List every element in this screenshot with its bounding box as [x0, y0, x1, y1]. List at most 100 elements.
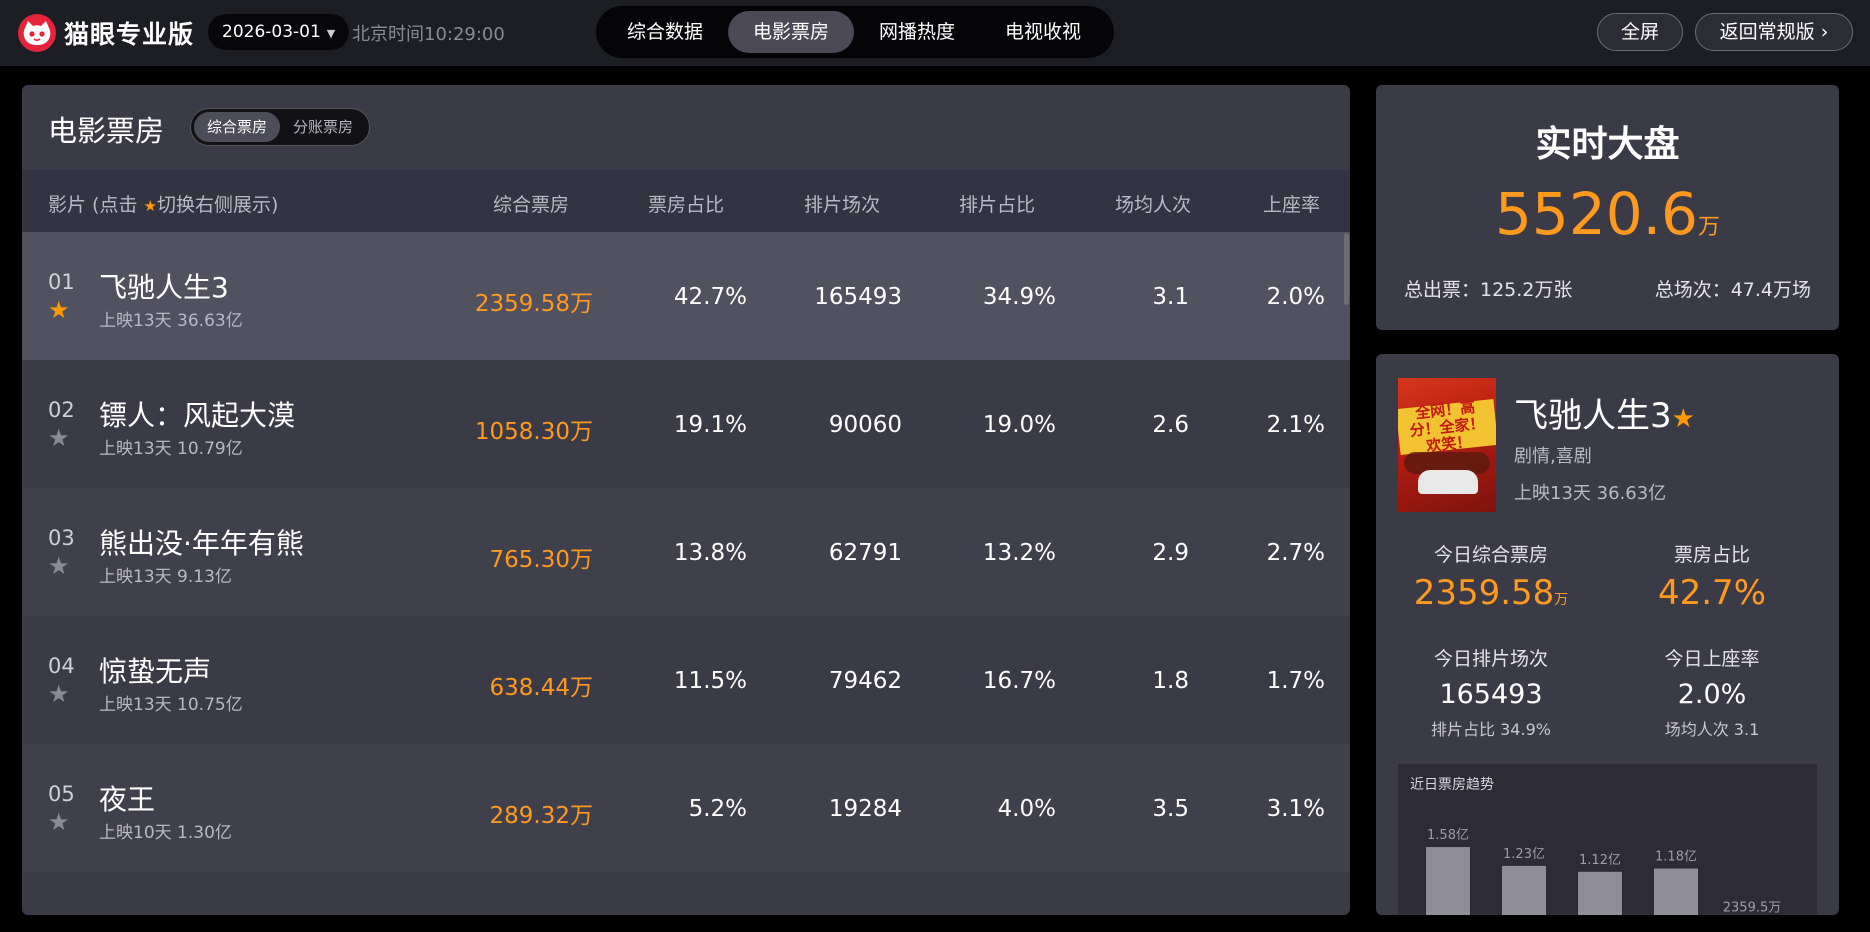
table-row[interactable]: 04 ★ 惊蛰无声 上映13天 10.75亿 638.44万 11.5% 794… — [22, 616, 1350, 744]
show-share-cell: 34.9% — [982, 284, 1056, 310]
star-icon: ★ — [143, 197, 157, 215]
poster-car — [1418, 470, 1478, 494]
gross-share-cell: 13.8% — [673, 540, 747, 566]
rank-number: 04 — [48, 654, 75, 678]
stat-occupancy: 今日上座率 2.0% 场均人次 3.1 — [1664, 648, 1760, 739]
gross-share-cell: 19.1% — [673, 412, 747, 438]
movie-release-info: 上映13天 10.79亿 — [99, 439, 243, 459]
star-icon[interactable]: ★ — [48, 298, 70, 322]
star-icon[interactable]: ★ — [48, 682, 70, 706]
stat-today-shows: 今日排片场次 165493 排片占比 34.9% — [1431, 648, 1551, 739]
avg-people-cell: 3.1 — [1152, 284, 1189, 310]
shows-cell: 90060 — [828, 412, 902, 438]
avg-people-cell: 2.9 — [1152, 540, 1189, 566]
shows-cell: 62791 — [828, 540, 902, 566]
table-scrollbar[interactable] — [1344, 233, 1349, 305]
table-header: 影片 (点击 ★切换右侧展示) 综合票房 票房占比 排片场次 排片占比 场均人次… — [22, 170, 1350, 232]
detail-movie-name: 飞驰人生3★ — [1514, 396, 1695, 436]
shows-cell: 19284 — [828, 796, 902, 822]
avg-people-cell: 1.8 — [1152, 668, 1189, 694]
trend-bar-label-1: 1.58亿 — [1427, 828, 1469, 843]
tab-overview[interactable]: 综合数据 — [602, 11, 728, 53]
column-header-film: 影片 (点击 ★切换右侧展示) — [48, 194, 279, 216]
movie-name: 镖人：风起大漠 — [99, 399, 296, 432]
movie-release-info: 上映13天 9.13亿 — [99, 567, 232, 587]
total-tickets: 总出票：125.2万张 — [1404, 279, 1573, 301]
table-row[interactable]: 01 ★ 飞驰人生3 上映13天 36.63亿 2359.58万 42.7% 1… — [22, 232, 1350, 360]
star-icon[interactable]: ★ — [1672, 404, 1695, 434]
trend-bar-label-3: 1.12亿 — [1579, 853, 1621, 868]
movie-name: 飞驰人生3 — [99, 271, 229, 304]
trend-bar-1[interactable] — [1426, 847, 1470, 915]
realtime-title: 实时大盘 — [1535, 124, 1680, 165]
avg-people-cell: 3.5 — [1152, 796, 1189, 822]
fullscreen-button[interactable]: 全屏 — [1597, 13, 1683, 51]
trend-title: 近日票房趋势 — [1410, 777, 1494, 793]
box-office-trend-chart: 1.58亿 1.23亿 1.12亿 1.18亿 2359.5万 近日票房趋势 — [1398, 764, 1817, 915]
avg-people-cell: 2.6 — [1152, 412, 1189, 438]
realtime-panel: 实时大盘 5520.6万 总出票：125.2万张 总场次：47.4万场 — [1376, 85, 1839, 330]
chevron-down-icon: ▼ — [326, 27, 336, 40]
beijing-clock: 北京时间10:29:00 — [352, 24, 505, 45]
detail-genre: 剧情,喜剧 — [1514, 446, 1592, 467]
shows-cell: 79462 — [828, 668, 902, 694]
occupancy-cell: 2.0% — [1266, 284, 1325, 310]
gross-share-cell: 5.2% — [688, 796, 747, 822]
date-picker[interactable]: 2026-03-01 ▼ — [208, 14, 350, 50]
gross-share-cell: 11.5% — [673, 668, 747, 694]
maoyan-logo-icon[interactable] — [18, 14, 56, 52]
column-header-gross-share[interactable]: 票房占比 — [648, 190, 724, 217]
stat-today-gross: 今日综合票房 2359.58万 — [1413, 544, 1569, 613]
tab-web-series-heat[interactable]: 网播热度 — [854, 11, 980, 53]
shows-cell: 165493 — [814, 284, 902, 310]
toggle-split-box-office[interactable]: 分账票房 — [280, 112, 366, 142]
poster-tagline: 全网！高分！全家！欢笑！ — [1398, 398, 1496, 455]
movie-detail-panel: 全网！高分！全家！欢笑！ 飞驰人生3★ 剧情,喜剧 上映13天 36.63亿 今… — [1376, 354, 1839, 915]
star-icon[interactable]: ★ — [48, 554, 70, 578]
table-row[interactable]: 03 ★ 熊出没·年年有熊 上映13天 9.13亿 765.30万 13.8% … — [22, 488, 1350, 616]
star-icon[interactable]: ★ — [48, 426, 70, 450]
movie-release-info: 上映13天 36.63亿 — [99, 311, 243, 331]
table-row[interactable]: 02 ★ 镖人：风起大漠 上映13天 10.79亿 1058.30万 19.1%… — [22, 360, 1350, 488]
rank-number: 02 — [48, 398, 75, 422]
show-share-cell: 16.7% — [982, 668, 1056, 694]
gross-share-cell: 42.7% — [673, 284, 747, 310]
trend-bar-3[interactable] — [1578, 871, 1622, 915]
tab-tv-ratings[interactable]: 电视收视 — [980, 11, 1106, 53]
movie-release-info: 上映10天 1.30亿 — [99, 823, 232, 843]
column-header-occupancy[interactable]: 上座率 — [1263, 190, 1320, 217]
total-shows: 总场次：47.4万场 — [1654, 279, 1811, 301]
detail-release-info: 上映13天 36.63亿 — [1514, 483, 1667, 504]
app-title: 猫眼专业版 — [64, 20, 195, 49]
toggle-combined-box-office[interactable]: 综合票房 — [194, 112, 280, 142]
movie-name: 夜王 — [99, 783, 156, 816]
rank-number: 01 — [48, 270, 75, 294]
column-header-avg-people[interactable]: 场均人次 — [1115, 190, 1191, 217]
occupancy-cell: 3.1% — [1266, 796, 1325, 822]
tab-movie-box-office[interactable]: 电影票房 — [728, 11, 855, 53]
trend-bar-label-4: 1.18亿 — [1655, 850, 1697, 865]
panel-title: 电影票房 — [48, 114, 165, 148]
star-icon[interactable]: ★ — [48, 810, 70, 834]
box-office-panel: 电影票房 综合票房 分账票房 影片 (点击 ★切换右侧展示) 综合票房 票房占比… — [22, 85, 1350, 915]
trend-bar-4[interactable] — [1654, 868, 1698, 915]
realtime-value: 5520.6万 — [1495, 180, 1720, 248]
trend-bar-label-2: 1.23亿 — [1503, 847, 1545, 862]
occupancy-cell: 2.7% — [1266, 540, 1325, 566]
back-to-classic-button[interactable]: 返回常规版 › — [1695, 13, 1853, 51]
trend-bar-2[interactable] — [1502, 865, 1546, 915]
main-nav: 综合数据 电影票房 网播热度 电视收视 — [596, 6, 1114, 58]
top-bar: 猫眼专业版 2026-03-01 ▼ 北京时间10:29:00 综合数据 电影票房… — [0, 0, 1870, 66]
box-office-type-toggle: 综合票房 分账票房 — [190, 108, 370, 146]
occupancy-cell: 1.7% — [1266, 668, 1325, 694]
movie-name: 熊出没·年年有熊 — [99, 527, 304, 560]
column-header-gross[interactable]: 综合票房 — [493, 190, 569, 217]
gross-cell: 2359.58万 — [474, 291, 593, 317]
movie-release-info: 上映13天 10.75亿 — [99, 695, 243, 715]
movie-poster[interactable]: 全网！高分！全家！欢笑！ — [1398, 378, 1496, 512]
column-header-show-share[interactable]: 排片占比 — [959, 190, 1035, 217]
column-header-shows[interactable]: 排片场次 — [804, 190, 880, 217]
occupancy-cell: 2.1% — [1266, 412, 1325, 438]
show-share-cell: 4.0% — [997, 796, 1056, 822]
table-row[interactable]: 05 ★ 夜王 上映10天 1.30亿 289.32万 5.2% 19284 4… — [22, 744, 1350, 872]
